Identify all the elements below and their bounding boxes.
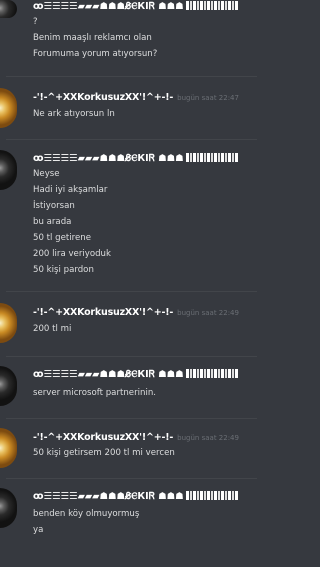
- message-line: bu arada: [33, 217, 72, 227]
- message-line: 200 tl mi: [33, 324, 72, 334]
- username[interactable]: ꝏ☰☰☰☰▰▰▰☗☗☗Ᏸ̷ⲈКІᏒ ☗☗☗: [33, 369, 184, 380]
- message-line: server microsoft partnerinin.: [33, 388, 157, 398]
- timestamp: bugün saat 22:49: [177, 309, 239, 317]
- timestamp: bugün saat 22:47: [177, 94, 239, 102]
- username[interactable]: -'!-^+XXKorkusuzXX'!^+-!-: [33, 92, 173, 103]
- message-line: Benim maaşlı reklamcı olan: [33, 33, 152, 43]
- message-content: benden köy olmuyormuş ya: [33, 506, 261, 538]
- message-line: ya: [33, 525, 44, 535]
- message-divider: [6, 418, 257, 419]
- glitch-decoration-icon: [185, 491, 238, 500]
- message-content: ? Benim maaşlı reklamcı olan Forumuma yo…: [33, 14, 261, 62]
- message-line: Hadi iyi akşamlar: [33, 185, 108, 195]
- glitch-decoration-icon: [185, 1, 238, 10]
- avatar[interactable]: [0, 303, 17, 343]
- message-header: ꝏ☰☰☰☰▰▰▰☗☗☗Ᏸ̷ⲈКІᏒ ☗☗☗: [33, 369, 238, 383]
- avatar[interactable]: [0, 88, 17, 128]
- chat-view: { "user_a": "ꝏ☰☰☰☰▰▰▰☗☗☗Ᏸ̷ⲈКІᏒ ☗☗☗", "us…: [0, 0, 263, 567]
- message-line: Ne ark atıyorsun ln: [33, 109, 115, 119]
- message-content: server microsoft partnerinin.: [33, 385, 261, 401]
- message-divider: [6, 478, 257, 479]
- message-line: 50 tl getirene: [33, 233, 92, 243]
- avatar[interactable]: [0, 488, 17, 528]
- username[interactable]: -'!-^+XXKorkusuzXX'!^+-!-: [33, 307, 173, 318]
- avatar[interactable]: [0, 428, 17, 468]
- username[interactable]: ꝏ☰☰☰☰▰▰▰☗☗☗Ᏸ̷ⲈКІᏒ ☗☗☗: [33, 153, 184, 164]
- message-line: Neyse: [33, 169, 60, 179]
- username[interactable]: -'!-^+XXKorkusuzXX'!^+-!-: [33, 432, 173, 443]
- message-header: -'!-^+XXKorkusuzXX'!^+-!- bugün saat 22:4…: [33, 432, 239, 446]
- message-header: ꝏ☰☰☰☰▰▰▰☗☗☗Ᏸ̷ⲈКІᏒ ☗☗☗: [33, 491, 238, 505]
- glitch-decoration-icon: [185, 153, 238, 162]
- message-divider: [6, 139, 257, 140]
- glitch-decoration-icon: [185, 369, 238, 378]
- message-divider: [6, 291, 257, 292]
- username[interactable]: ꝏ☰☰☰☰▰▰▰☗☗☗Ᏸ̷ⲈКІᏒ ☗☗☗: [33, 1, 184, 12]
- timestamp: bugün saat 22:49: [177, 434, 239, 442]
- message-divider: [6, 76, 257, 77]
- avatar[interactable]: [0, 0, 17, 18]
- message-line: 200 lira veriyoduk: [33, 249, 111, 259]
- message-content: Ne ark atıyorsun ln: [33, 106, 261, 122]
- message-header: ꝏ☰☰☰☰▰▰▰☗☗☗Ᏸ̷ⲈКІᏒ ☗☗☗: [33, 1, 238, 15]
- message-line: İstiyorsan: [33, 201, 75, 211]
- message-line: 50 kişi getirsem 200 tl mi vercen: [33, 448, 175, 458]
- message-header: -'!-^+XXKorkusuzXX'!^+-!- bugün saat 22:4…: [33, 307, 239, 321]
- message-divider: [6, 356, 257, 357]
- message-content: 50 kişi getirsem 200 tl mi vercen: [33, 445, 261, 461]
- message-line: ?: [33, 17, 38, 27]
- message-header: ꝏ☰☰☰☰▰▰▰☗☗☗Ᏸ̷ⲈКІᏒ ☗☗☗: [33, 153, 238, 167]
- message-line: benden köy olmuyormuş: [33, 509, 140, 519]
- message-content: 200 tl mi: [33, 321, 261, 337]
- avatar[interactable]: [0, 366, 17, 406]
- avatar[interactable]: [0, 150, 17, 190]
- message-line: 50 kişi pardon: [33, 265, 94, 275]
- message-content: Neyse Hadi iyi akşamlar İstiyorsan bu ar…: [33, 166, 261, 278]
- message-header: -'!-^+XXKorkusuzXX'!^+-!- bugün saat 22:4…: [33, 92, 239, 106]
- username[interactable]: ꝏ☰☰☰☰▰▰▰☗☗☗Ᏸ̷ⲈКІᏒ ☗☗☗: [33, 491, 184, 502]
- message-line: Forumuma yorum atıyorsun?: [33, 49, 158, 59]
